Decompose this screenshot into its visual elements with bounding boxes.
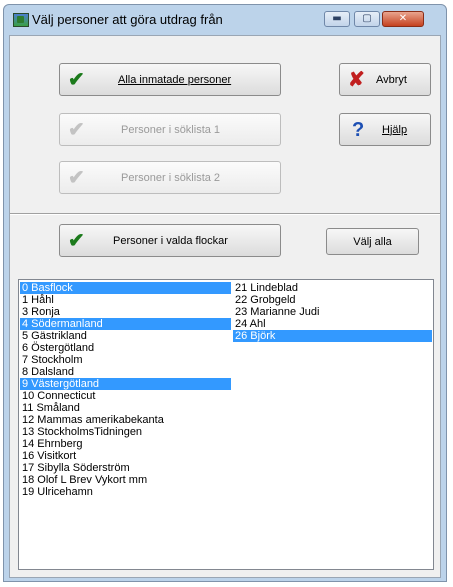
list-item[interactable]: 11 Småland [20,402,231,414]
list-item[interactable]: 0 Basflock [20,282,231,294]
search-list-1-button[interactable]: ✔ Personer i söklista 1 [59,113,281,146]
search-list-2-label: Personer i söklista 2 [121,171,221,184]
maximize-button[interactable]: ▢ [354,11,380,27]
selected-flocks-label: Personer i valda flockar [113,234,228,247]
select-all-button[interactable]: Välj alla [326,228,419,255]
list-item[interactable]: 19 Ulricehamn [20,486,231,498]
title-bar[interactable]: Välj personer att göra utdrag från ▬ ▢ ✕ [4,5,446,35]
cancel-button[interactable]: ✘ Avbryt [339,63,431,96]
list-item[interactable]: 3 Ronja [20,306,231,318]
help-label: Hjälp [382,123,408,136]
list-item[interactable]: 18 Olof L Brev Vykort mm [20,474,231,486]
checkmark-disabled-icon: ✔ [68,118,85,141]
list-item[interactable]: 17 Sibylla Söderström [20,462,231,474]
window-title: Välj personer att göra utdrag från [32,12,223,27]
all-persons-label: Alla inmatade personer [118,73,232,86]
separator [10,213,440,215]
list-item[interactable]: 6 Östergötland [20,342,231,354]
search-list-1-label: Personer i söklista 1 [121,123,221,136]
question-icon: ? [352,118,365,141]
x-icon: ✘ [348,68,365,91]
checkmark-disabled-icon: ✔ [68,166,85,189]
list-item[interactable]: 14 Ehrnberg [20,438,231,450]
list-item[interactable]: 16 Visitkort [20,450,231,462]
flock-listbox[interactable]: 0 Basflock 1 Håhl 3 Ronja 4 Södermanland 5 G… [18,279,434,570]
all-persons-button[interactable]: ✔ Alla inmatade personer [59,63,281,96]
minimize-icon: ▬ [332,13,342,24]
list-column-2: 21 Lindeblad 22 Grobgeld 23 Marianne Judi 2… [233,282,432,342]
close-button[interactable]: ✕ [382,11,424,27]
list-item[interactable]: 24 Ahl [233,318,432,330]
search-list-2-button[interactable]: ✔ Personer i söklista 2 [59,161,281,194]
list-item[interactable]: 13 StockholmsTidningen [20,426,231,438]
list-item[interactable]: 9 Västergötland [20,378,231,390]
list-item[interactable]: 22 Grobgeld [233,294,432,306]
close-icon: ✕ [398,13,408,24]
maximize-icon: ▢ [362,13,372,24]
cancel-label: Avbryt [376,73,407,86]
list-item[interactable]: 10 Connecticut [20,390,231,402]
list-item[interactable]: 4 Södermanland [20,318,231,330]
select-all-label: Välj alla [353,235,392,248]
app-icon [13,13,29,27]
list-item[interactable]: 21 Lindeblad [233,282,432,294]
list-item[interactable]: 12 Mammas amerikabekanta [20,414,231,426]
list-column-1: 0 Basflock 1 Håhl 3 Ronja 4 Södermanland 5 G… [20,282,231,498]
checkmark-icon: ✔ [68,229,85,252]
minimize-button[interactable]: ▬ [324,11,350,27]
checkmark-icon: ✔ [68,68,85,91]
dialog-window: Välj personer att göra utdrag från ▬ ▢ ✕… [3,4,447,582]
list-item[interactable]: 26 Björk [233,330,432,342]
help-button[interactable]: ? Hjälp [339,113,431,146]
list-item[interactable]: 1 Håhl [20,294,231,306]
list-item[interactable]: 8 Dalsland [20,366,231,378]
list-item[interactable]: 5 Gästrikland [20,330,231,342]
list-item[interactable]: 7 Stockholm [20,354,231,366]
list-item[interactable]: 23 Marianne Judi [233,306,432,318]
selected-flocks-button[interactable]: ✔ Personer i valda flockar [59,224,281,257]
dialog-client-area: ✔ Alla inmatade personer ✘ Avbryt ✔ Pers… [9,35,441,578]
